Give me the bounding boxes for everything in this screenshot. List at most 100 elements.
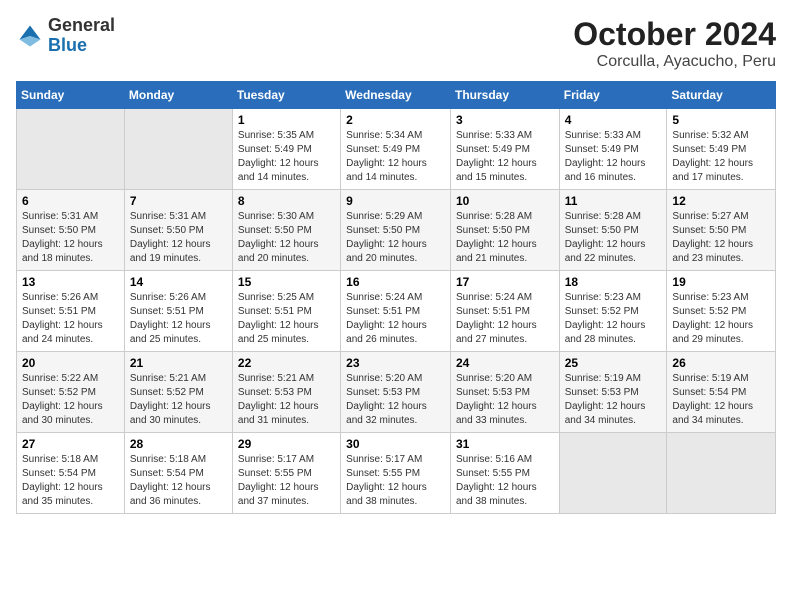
header-tuesday: Tuesday (232, 82, 340, 109)
sunset-text: Sunset: 5:51 PM (130, 306, 204, 317)
calendar-week-row: 6Sunrise: 5:31 AMSunset: 5:50 PMDaylight… (17, 190, 776, 271)
daylight-text: Daylight: 12 hours and 20 minutes. (238, 239, 319, 264)
calendar-day-cell: 27Sunrise: 5:18 AMSunset: 5:54 PMDayligh… (17, 433, 125, 514)
daylight-text: Daylight: 12 hours and 30 minutes. (22, 401, 103, 426)
day-info: Sunrise: 5:31 AMSunset: 5:50 PMDaylight:… (130, 210, 227, 266)
daylight-text: Daylight: 12 hours and 25 minutes. (130, 320, 211, 345)
sunrise-text: Sunrise: 5:23 AM (565, 292, 641, 303)
day-number: 8 (238, 194, 335, 208)
daylight-text: Daylight: 12 hours and 37 minutes. (238, 482, 319, 507)
sunrise-text: Sunrise: 5:31 AM (130, 211, 206, 222)
sunset-text: Sunset: 5:54 PM (672, 387, 746, 398)
daylight-text: Daylight: 12 hours and 26 minutes. (346, 320, 427, 345)
day-number: 2 (346, 113, 445, 127)
sunset-text: Sunset: 5:50 PM (130, 225, 204, 236)
day-info: Sunrise: 5:27 AMSunset: 5:50 PMDaylight:… (672, 210, 770, 266)
sunrise-text: Sunrise: 5:18 AM (22, 454, 98, 465)
day-number: 4 (565, 113, 662, 127)
calendar-week-row: 27Sunrise: 5:18 AMSunset: 5:54 PMDayligh… (17, 433, 776, 514)
calendar-day-cell: 17Sunrise: 5:24 AMSunset: 5:51 PMDayligh… (450, 271, 559, 352)
sunrise-text: Sunrise: 5:19 AM (565, 373, 641, 384)
calendar-day-cell (17, 109, 125, 190)
sunset-text: Sunset: 5:53 PM (456, 387, 530, 398)
header-saturday: Saturday (667, 82, 776, 109)
daylight-text: Daylight: 12 hours and 38 minutes. (346, 482, 427, 507)
calendar-day-cell: 26Sunrise: 5:19 AMSunset: 5:54 PMDayligh… (667, 352, 776, 433)
calendar-day-cell: 18Sunrise: 5:23 AMSunset: 5:52 PMDayligh… (559, 271, 667, 352)
sunrise-text: Sunrise: 5:19 AM (672, 373, 748, 384)
day-number: 7 (130, 194, 227, 208)
calendar-header: SundayMondayTuesdayWednesdayThursdayFrid… (17, 82, 776, 109)
day-info: Sunrise: 5:29 AMSunset: 5:50 PMDaylight:… (346, 210, 445, 266)
sunset-text: Sunset: 5:53 PM (346, 387, 420, 398)
day-number: 25 (565, 356, 662, 370)
sunset-text: Sunset: 5:52 PM (672, 306, 746, 317)
day-number: 10 (456, 194, 554, 208)
sunset-text: Sunset: 5:52 PM (130, 387, 204, 398)
sunset-text: Sunset: 5:53 PM (238, 387, 312, 398)
day-info: Sunrise: 5:31 AMSunset: 5:50 PMDaylight:… (22, 210, 119, 266)
sunset-text: Sunset: 5:49 PM (346, 144, 420, 155)
day-info: Sunrise: 5:21 AMSunset: 5:52 PMDaylight:… (130, 372, 227, 428)
daylight-text: Daylight: 12 hours and 30 minutes. (130, 401, 211, 426)
calendar-day-cell: 4Sunrise: 5:33 AMSunset: 5:49 PMDaylight… (559, 109, 667, 190)
header-thursday: Thursday (450, 82, 559, 109)
day-number: 29 (238, 437, 335, 451)
calendar-day-cell: 14Sunrise: 5:26 AMSunset: 5:51 PMDayligh… (124, 271, 232, 352)
daylight-text: Daylight: 12 hours and 15 minutes. (456, 158, 537, 183)
day-info: Sunrise: 5:33 AMSunset: 5:49 PMDaylight:… (456, 129, 554, 185)
daylight-text: Daylight: 12 hours and 33 minutes. (456, 401, 537, 426)
calendar-day-cell (124, 109, 232, 190)
calendar-day-cell: 1Sunrise: 5:35 AMSunset: 5:49 PMDaylight… (232, 109, 340, 190)
sunset-text: Sunset: 5:49 PM (672, 144, 746, 155)
calendar-day-cell: 16Sunrise: 5:24 AMSunset: 5:51 PMDayligh… (341, 271, 451, 352)
sunrise-text: Sunrise: 5:20 AM (346, 373, 422, 384)
day-number: 21 (130, 356, 227, 370)
sunrise-text: Sunrise: 5:29 AM (346, 211, 422, 222)
page-header: General Blue October 2024 Corculla, Ayac… (16, 16, 776, 71)
calendar-day-cell: 23Sunrise: 5:20 AMSunset: 5:53 PMDayligh… (341, 352, 451, 433)
day-info: Sunrise: 5:21 AMSunset: 5:53 PMDaylight:… (238, 372, 335, 428)
sunrise-text: Sunrise: 5:32 AM (672, 130, 748, 141)
day-info: Sunrise: 5:24 AMSunset: 5:51 PMDaylight:… (346, 291, 445, 347)
calendar-day-cell: 13Sunrise: 5:26 AMSunset: 5:51 PMDayligh… (17, 271, 125, 352)
sunrise-text: Sunrise: 5:16 AM (456, 454, 532, 465)
day-info: Sunrise: 5:18 AMSunset: 5:54 PMDaylight:… (130, 453, 227, 509)
sunrise-text: Sunrise: 5:31 AM (22, 211, 98, 222)
header-row: SundayMondayTuesdayWednesdayThursdayFrid… (17, 82, 776, 109)
day-info: Sunrise: 5:19 AMSunset: 5:53 PMDaylight:… (565, 372, 662, 428)
sunset-text: Sunset: 5:50 PM (22, 225, 96, 236)
day-info: Sunrise: 5:26 AMSunset: 5:51 PMDaylight:… (22, 291, 119, 347)
daylight-text: Daylight: 12 hours and 36 minutes. (130, 482, 211, 507)
day-number: 12 (672, 194, 770, 208)
daylight-text: Daylight: 12 hours and 31 minutes. (238, 401, 319, 426)
sunset-text: Sunset: 5:49 PM (456, 144, 530, 155)
day-info: Sunrise: 5:20 AMSunset: 5:53 PMDaylight:… (456, 372, 554, 428)
day-info: Sunrise: 5:28 AMSunset: 5:50 PMDaylight:… (565, 210, 662, 266)
calendar-day-cell (559, 433, 667, 514)
calendar-day-cell: 8Sunrise: 5:30 AMSunset: 5:50 PMDaylight… (232, 190, 340, 271)
calendar-day-cell: 31Sunrise: 5:16 AMSunset: 5:55 PMDayligh… (450, 433, 559, 514)
daylight-text: Daylight: 12 hours and 34 minutes. (565, 401, 646, 426)
calendar-subtitle: Corculla, Ayacucho, Peru (573, 53, 776, 71)
day-number: 15 (238, 275, 335, 289)
calendar-day-cell: 20Sunrise: 5:22 AMSunset: 5:52 PMDayligh… (17, 352, 125, 433)
calendar-day-cell: 7Sunrise: 5:31 AMSunset: 5:50 PMDaylight… (124, 190, 232, 271)
daylight-text: Daylight: 12 hours and 23 minutes. (672, 239, 753, 264)
sunset-text: Sunset: 5:54 PM (130, 468, 204, 479)
calendar-body: 1Sunrise: 5:35 AMSunset: 5:49 PMDaylight… (17, 109, 776, 514)
sunset-text: Sunset: 5:49 PM (565, 144, 639, 155)
day-number: 26 (672, 356, 770, 370)
daylight-text: Daylight: 12 hours and 16 minutes. (565, 158, 646, 183)
sunset-text: Sunset: 5:49 PM (238, 144, 312, 155)
calendar-day-cell: 25 Sunrise: 5:19 AMSunset: 5:53 PMDayligh… (559, 352, 667, 433)
sunrise-text: Sunrise: 5:17 AM (346, 454, 422, 465)
sunrise-text: Sunrise: 5:34 AM (346, 130, 422, 141)
calendar-day-cell: 29Sunrise: 5:17 AMSunset: 5:55 PMDayligh… (232, 433, 340, 514)
logo-icon (16, 22, 44, 50)
day-info: Sunrise: 5:23 AMSunset: 5:52 PMDaylight:… (672, 291, 770, 347)
calendar-week-row: 20Sunrise: 5:22 AMSunset: 5:52 PMDayligh… (17, 352, 776, 433)
sunrise-text: Sunrise: 5:26 AM (130, 292, 206, 303)
sunrise-text: Sunrise: 5:28 AM (456, 211, 532, 222)
sunrise-text: Sunrise: 5:23 AM (672, 292, 748, 303)
